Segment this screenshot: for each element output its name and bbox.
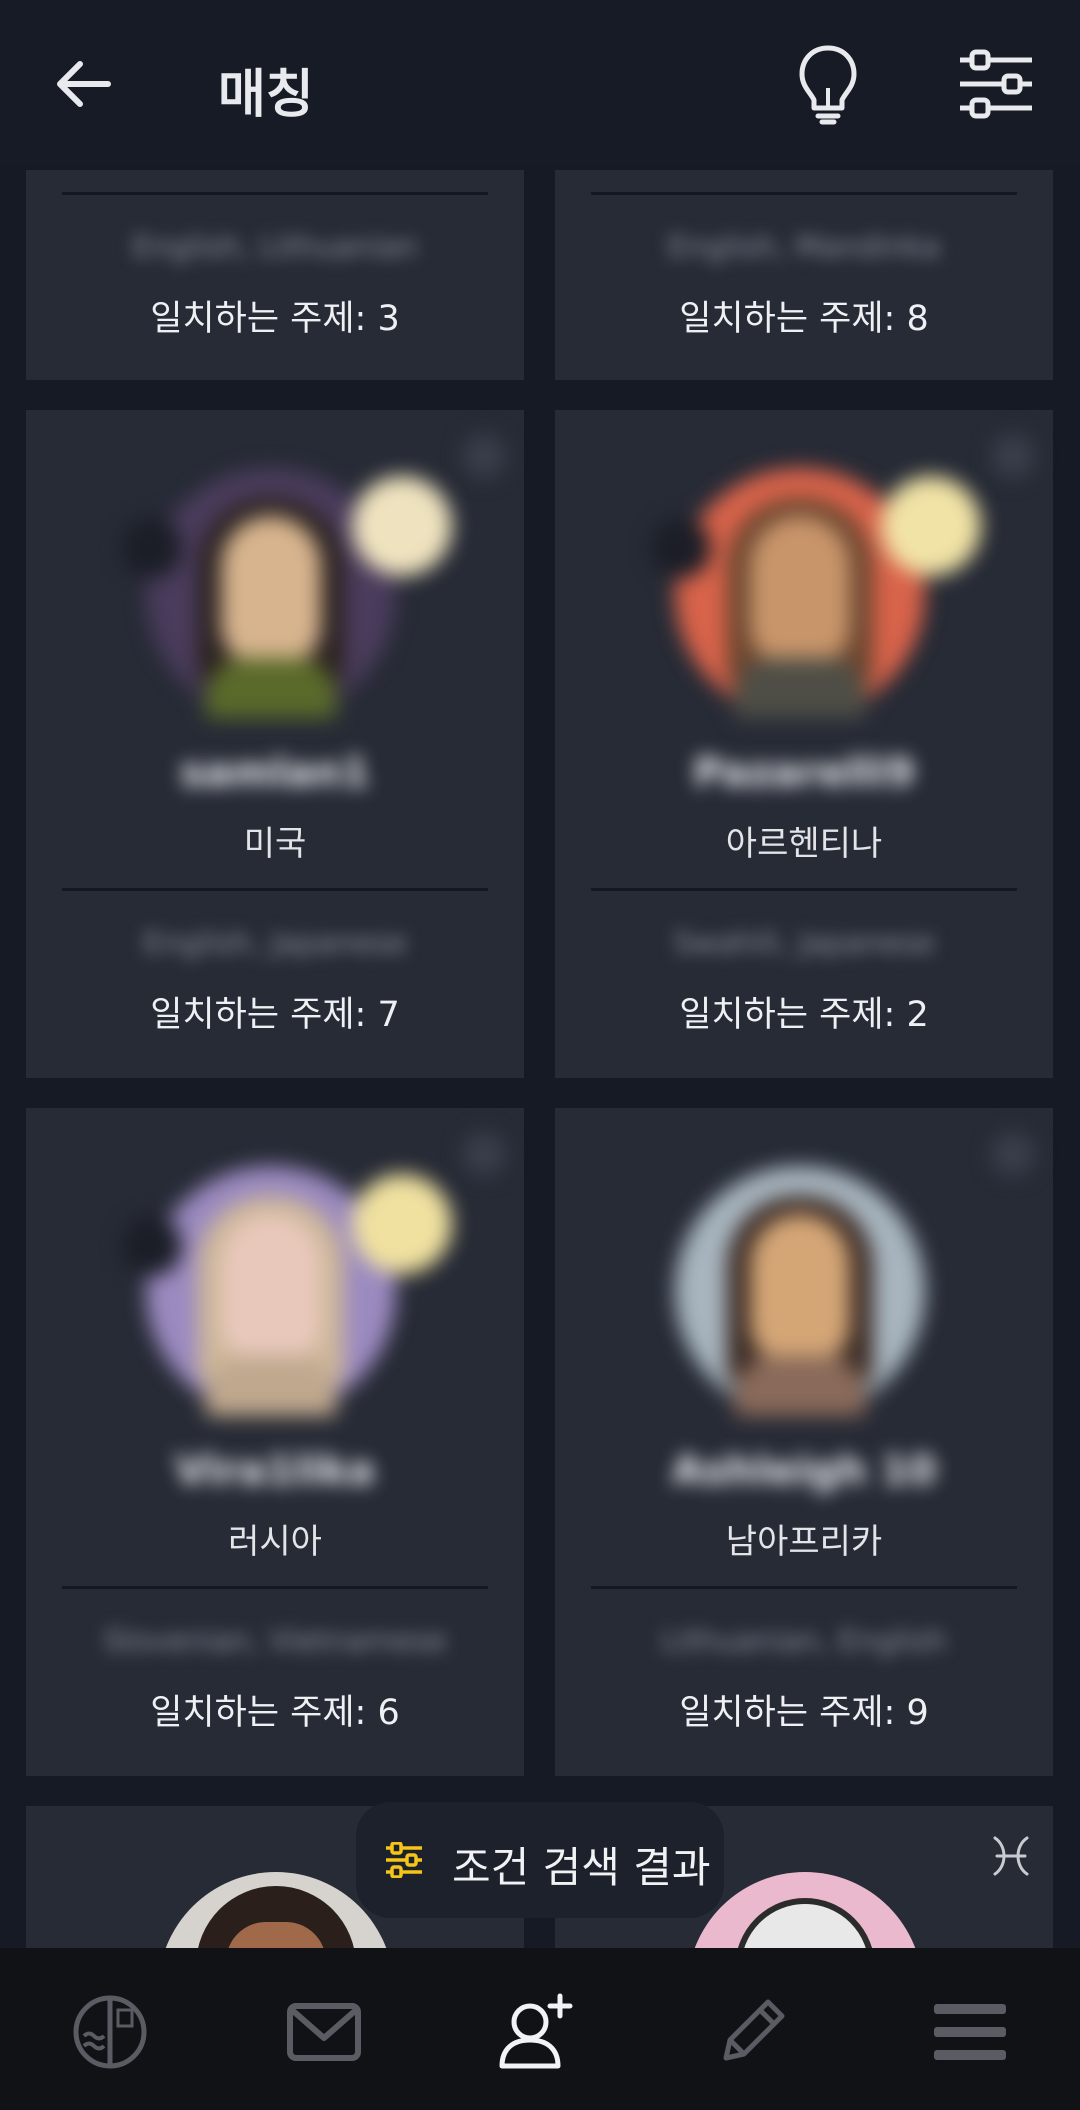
horoscope-icon[interactable] — [70, 1992, 150, 2072]
sliders-icon — [386, 1842, 422, 1878]
filter-results-button[interactable]: 조건 검색 결과 — [356, 1802, 724, 1918]
user-country: 러시아 — [228, 1522, 322, 1562]
card-languages: Slovenian, Vietnamese — [103, 1624, 447, 1659]
match-card[interactable]: Ashleigh 10 남아프리카 Lithuanian, English 일치… — [555, 1108, 1053, 1776]
filter-results-label: 조건 검색 결과 — [452, 1843, 711, 1892]
card-languages: Lithuanian, English — [661, 1624, 947, 1659]
matching-topics: 일치하는 주제: 6 — [150, 1693, 400, 1733]
menu-icon[interactable] — [930, 1992, 1010, 2072]
match-card[interactable]: samlan1 미국 English, Japanese 일치하는 주제: 7 — [26, 410, 524, 1078]
matching-topics: 일치하는 주제: 7 — [150, 995, 400, 1035]
card-divider — [591, 1586, 1017, 1589]
match-card[interactable]: Vira1lika 러시아 Slovenian, Vietnamese 일치하는… — [26, 1108, 524, 1776]
mail-icon[interactable] — [284, 1992, 364, 2072]
user-name: Pazarelli9 — [693, 750, 915, 796]
card-languages: English, Lithuanian — [132, 230, 418, 265]
matching-topics: 일치하는 주제: 3 — [150, 299, 400, 339]
avatar — [675, 1166, 925, 1416]
add-user-icon[interactable] — [496, 1992, 576, 2072]
avatar — [651, 468, 981, 718]
zodiac-icon — [991, 1132, 1035, 1176]
app-header: 매칭 — [0, 0, 1080, 166]
card-divider — [62, 888, 488, 891]
match-card[interactable]: English, Mandinka 일치하는 주제: 8 — [555, 170, 1053, 380]
zodiac-icon — [462, 434, 506, 478]
matching-topics: 일치하는 주제: 9 — [679, 1693, 929, 1733]
card-divider — [591, 888, 1017, 891]
match-grid: English, Lithuanian 일치하는 주제: 3 English, … — [0, 0, 1080, 2110]
user-name: samlan1 — [180, 750, 370, 796]
card-divider — [591, 192, 1017, 195]
user-name: Ashleigh 10 — [671, 1448, 937, 1494]
card-languages: English, Japanese — [143, 926, 407, 961]
avatar — [122, 1166, 452, 1416]
user-name: Vira1lika — [175, 1448, 375, 1494]
matching-topics: 일치하는 주제: 2 — [679, 995, 929, 1035]
avatar — [122, 468, 452, 718]
user-country: 아르헨티나 — [725, 824, 883, 864]
pencil-icon[interactable] — [712, 1992, 792, 2072]
lightbulb-icon[interactable] — [790, 42, 866, 126]
user-country: 미국 — [243, 824, 307, 864]
zodiac-icon — [991, 434, 1035, 478]
user-country: 남아프리카 — [725, 1522, 883, 1562]
match-card[interactable]: English, Lithuanian 일치하는 주제: 3 — [26, 170, 524, 380]
card-languages: Swahili, Japanese — [673, 926, 935, 961]
page-title: 매칭 — [218, 65, 314, 125]
zodiac-pisces-icon — [993, 1836, 1029, 1876]
matching-topics: 일치하는 주제: 8 — [679, 299, 929, 339]
card-languages: English, Mandinka — [667, 230, 941, 265]
match-card[interactable]: Pazarelli9 아르헨티나 Swahili, Japanese 일치하는 … — [555, 410, 1053, 1078]
bottom-nav — [0, 1948, 1080, 2110]
card-divider — [62, 192, 488, 195]
back-arrow-icon[interactable] — [48, 48, 120, 120]
zodiac-icon — [462, 1132, 506, 1176]
sliders-icon[interactable] — [956, 48, 1036, 120]
card-divider — [62, 1586, 488, 1589]
